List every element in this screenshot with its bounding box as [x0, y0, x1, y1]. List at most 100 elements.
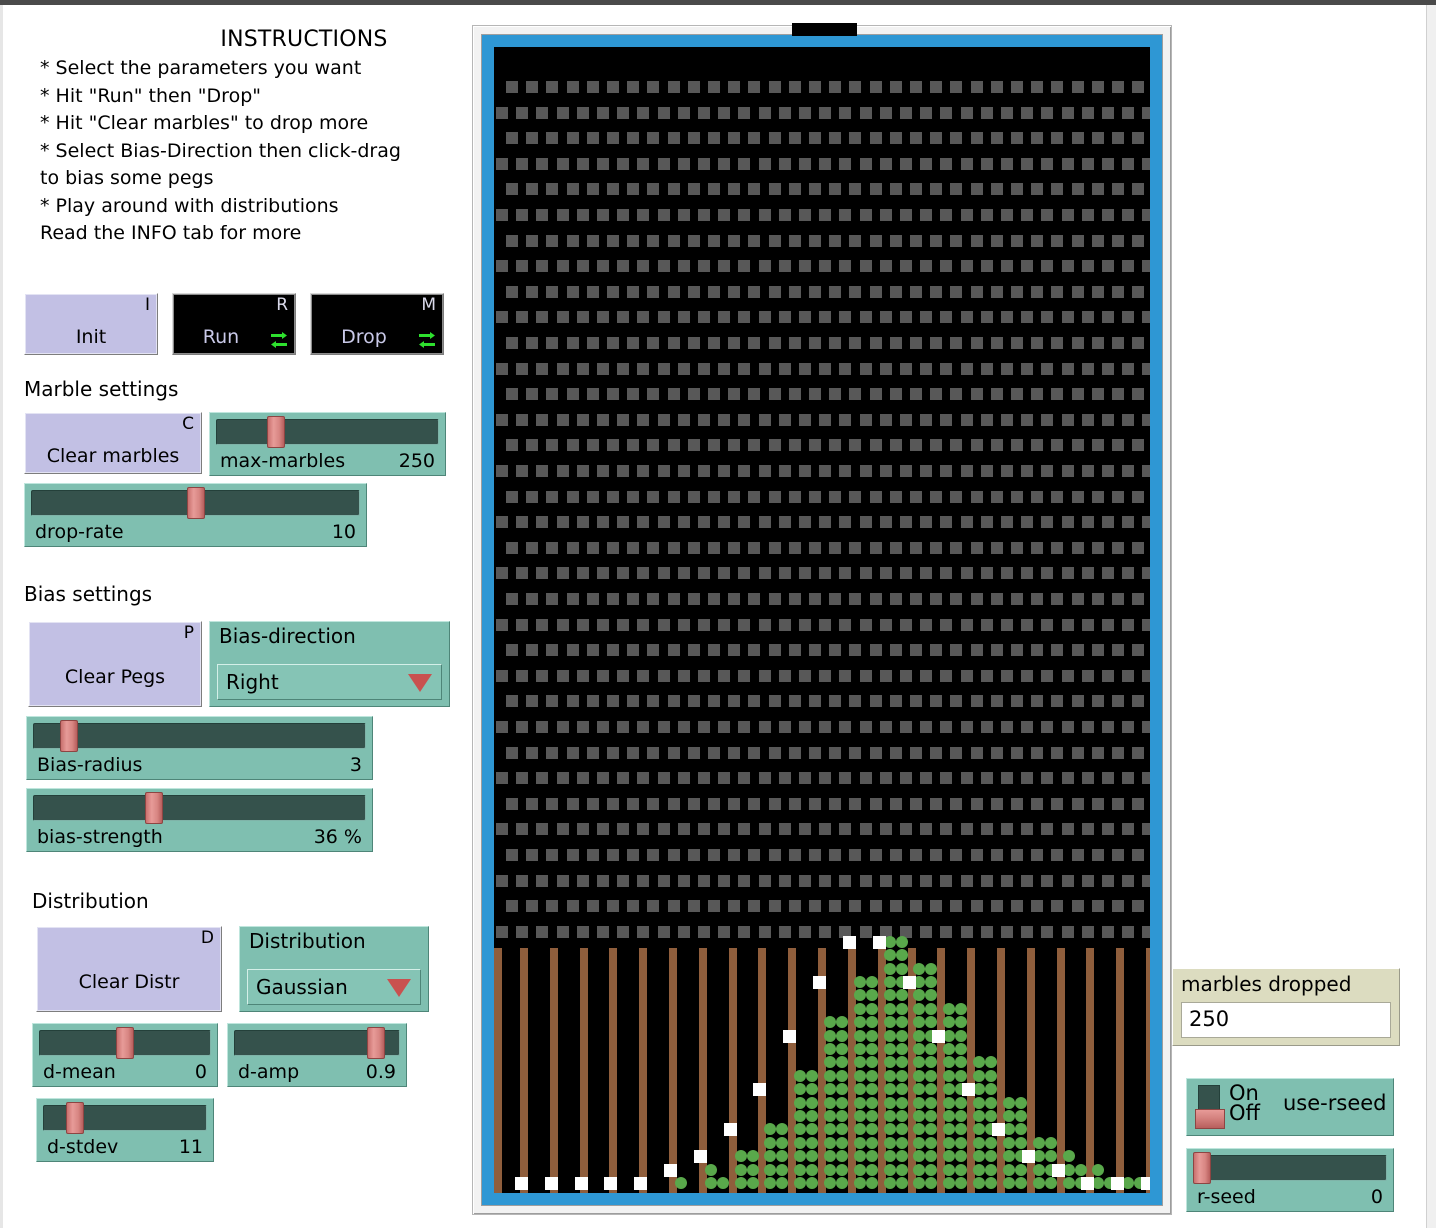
peg[interactable]: [728, 132, 740, 144]
peg[interactable]: [930, 849, 942, 861]
peg[interactable]: [748, 439, 760, 451]
peg[interactable]: [971, 593, 983, 605]
peg[interactable]: [849, 644, 861, 656]
peg[interactable]: [1062, 209, 1074, 221]
peg[interactable]: [748, 491, 760, 503]
peg[interactable]: [920, 414, 932, 426]
peg[interactable]: [698, 209, 710, 221]
peg[interactable]: [971, 798, 983, 810]
peg[interactable]: [981, 619, 993, 631]
peg[interactable]: [506, 542, 518, 554]
peg[interactable]: [769, 388, 781, 400]
peg[interactable]: [1001, 567, 1013, 579]
peg[interactable]: [769, 286, 781, 298]
peg[interactable]: [849, 183, 861, 195]
peg[interactable]: [789, 286, 801, 298]
peg[interactable]: [617, 619, 629, 631]
peg[interactable]: [849, 235, 861, 247]
peg[interactable]: [536, 823, 548, 835]
slider-knob[interactable]: [367, 1027, 385, 1059]
peg[interactable]: [597, 721, 609, 733]
peg[interactable]: [1142, 363, 1150, 375]
peg[interactable]: [890, 593, 902, 605]
peg[interactable]: [961, 875, 973, 887]
peg[interactable]: [930, 235, 942, 247]
peg[interactable]: [1132, 593, 1144, 605]
peg[interactable]: [698, 363, 710, 375]
peg[interactable]: [829, 235, 841, 247]
peg[interactable]: [577, 619, 589, 631]
peg[interactable]: [819, 721, 831, 733]
peg[interactable]: [668, 644, 680, 656]
peg[interactable]: [940, 823, 952, 835]
peg[interactable]: [658, 260, 670, 272]
peg[interactable]: [981, 670, 993, 682]
peg[interactable]: [647, 337, 659, 349]
peg[interactable]: [668, 388, 680, 400]
peg[interactable]: [991, 695, 1003, 707]
peg[interactable]: [1142, 875, 1150, 887]
peg[interactable]: [1031, 286, 1043, 298]
clear-pegs-button[interactable]: P Clear Pegs: [28, 621, 202, 707]
peg[interactable]: [1031, 183, 1043, 195]
peg[interactable]: [698, 926, 710, 938]
peg[interactable]: [627, 747, 639, 759]
peg[interactable]: [940, 363, 952, 375]
peg[interactable]: [1021, 823, 1033, 835]
peg[interactable]: [1041, 567, 1053, 579]
peg[interactable]: [536, 158, 548, 170]
peg[interactable]: [627, 235, 639, 247]
peg[interactable]: [597, 567, 609, 579]
peg[interactable]: [1102, 465, 1114, 477]
peg[interactable]: [1072, 849, 1084, 861]
peg[interactable]: [961, 567, 973, 579]
peg[interactable]: [617, 823, 629, 835]
peg[interactable]: [769, 81, 781, 93]
peg[interactable]: [577, 823, 589, 835]
peg[interactable]: [890, 439, 902, 451]
drop-button[interactable]: M Drop: [310, 293, 444, 355]
peg[interactable]: [607, 81, 619, 93]
peg[interactable]: [1122, 260, 1134, 272]
peg[interactable]: [940, 107, 952, 119]
peg[interactable]: [779, 363, 791, 375]
peg[interactable]: [759, 670, 771, 682]
peg[interactable]: [870, 388, 882, 400]
peg[interactable]: [647, 132, 659, 144]
peg[interactable]: [1011, 695, 1023, 707]
chevron-down-icon[interactable]: [408, 674, 432, 692]
peg[interactable]: [567, 849, 579, 861]
peg[interactable]: [506, 132, 518, 144]
peg[interactable]: [708, 183, 720, 195]
peg[interactable]: [920, 823, 932, 835]
peg[interactable]: [748, 644, 760, 656]
peg[interactable]: [950, 644, 962, 656]
peg[interactable]: [678, 209, 690, 221]
peg[interactable]: [890, 81, 902, 93]
peg[interactable]: [496, 209, 508, 221]
peg[interactable]: [799, 772, 811, 784]
peg[interactable]: [1001, 721, 1013, 733]
peg[interactable]: [1102, 516, 1114, 528]
peg[interactable]: [839, 414, 851, 426]
peg[interactable]: [971, 286, 983, 298]
chevron-down-icon[interactable]: [387, 979, 411, 997]
peg[interactable]: [920, 875, 932, 887]
peg[interactable]: [1041, 772, 1053, 784]
peg[interactable]: [526, 695, 538, 707]
peg[interactable]: [1072, 183, 1084, 195]
peg[interactable]: [991, 132, 1003, 144]
peg[interactable]: [759, 772, 771, 784]
peg[interactable]: [981, 926, 993, 938]
peg[interactable]: [779, 465, 791, 477]
peg[interactable]: [496, 823, 508, 835]
peg[interactable]: [900, 260, 912, 272]
peg[interactable]: [1011, 491, 1023, 503]
peg[interactable]: [1132, 337, 1144, 349]
peg[interactable]: [890, 337, 902, 349]
peg[interactable]: [1021, 875, 1033, 887]
peg[interactable]: [971, 388, 983, 400]
slider-knob[interactable]: [116, 1027, 134, 1059]
peg[interactable]: [950, 593, 962, 605]
peg[interactable]: [1112, 183, 1124, 195]
